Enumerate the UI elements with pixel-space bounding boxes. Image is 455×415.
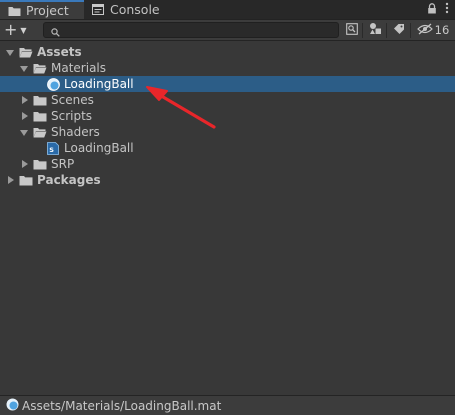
tree-item-label: Scenes bbox=[51, 93, 94, 107]
tree-item-label: Materials bbox=[51, 61, 107, 75]
folder-open-icon bbox=[19, 47, 33, 58]
tag-icon bbox=[393, 23, 405, 38]
tree-item-assets[interactable]: Assets bbox=[0, 44, 455, 60]
tree-item-label: LoadingBall bbox=[64, 77, 134, 91]
eye-slash-icon bbox=[416, 23, 433, 38]
material-icon bbox=[6, 398, 19, 414]
hidden-packages-count: 16 bbox=[434, 23, 450, 37]
selected-asset-path: Assets/Materials/LoadingBall.mat bbox=[22, 398, 222, 413]
plus-icon: + bbox=[4, 20, 18, 39]
folder-icon bbox=[33, 111, 47, 122]
tree-item-shaders[interactable]: Shaders bbox=[0, 124, 455, 140]
expand-arrow-icon[interactable] bbox=[20, 95, 29, 105]
folder-open-icon bbox=[33, 63, 47, 74]
search-by-type-icon bbox=[346, 22, 358, 38]
expand-arrow-icon[interactable] bbox=[20, 128, 29, 137]
project-toolbar: + ▼ 16 bbox=[0, 20, 455, 41]
expand-arrow-icon[interactable] bbox=[20, 64, 29, 73]
svg-text:S: S bbox=[49, 146, 54, 154]
create-button[interactable]: + ▼ bbox=[4, 22, 34, 38]
shapes-icon bbox=[369, 22, 382, 38]
tab-console[interactable]: Console bbox=[88, 0, 170, 19]
expand-arrow-icon[interactable] bbox=[6, 175, 15, 185]
expand-arrow-icon[interactable] bbox=[20, 111, 29, 121]
toolbar-separator bbox=[410, 23, 411, 38]
tree-item-packages[interactable]: Packages bbox=[0, 172, 455, 188]
tree-item-label: SRP bbox=[51, 157, 75, 171]
hidden-packages-button[interactable]: 16 bbox=[414, 22, 452, 38]
search-field[interactable] bbox=[43, 22, 339, 38]
search-by-type-button[interactable] bbox=[344, 22, 360, 38]
shader-icon: S bbox=[47, 141, 59, 155]
tree-item-loadingball-shader[interactable]: S LoadingBall bbox=[0, 140, 455, 156]
tab-project[interactable]: Project bbox=[0, 0, 84, 19]
tab-console-label: Console bbox=[110, 2, 160, 17]
folder-icon bbox=[33, 95, 47, 106]
toolbar-separator bbox=[362, 23, 363, 38]
tree-item-materials[interactable]: Materials bbox=[0, 60, 455, 76]
tab-controls bbox=[427, 0, 449, 19]
folder-icon bbox=[8, 5, 21, 17]
chevron-down-icon: ▼ bbox=[20, 26, 27, 35]
tree-item-label: Packages bbox=[37, 173, 101, 187]
filter-by-label-button[interactable] bbox=[390, 22, 408, 38]
expand-arrow-icon[interactable] bbox=[6, 48, 15, 57]
tree-item-scripts[interactable]: Scripts bbox=[0, 108, 455, 124]
search-icon bbox=[51, 26, 60, 37]
tree-item-loadingball-material[interactable]: LoadingBall bbox=[0, 76, 455, 92]
material-icon bbox=[47, 77, 60, 91]
tree-item-label: Assets bbox=[37, 45, 82, 59]
folder-icon bbox=[33, 159, 47, 170]
tree-item-label: Scripts bbox=[51, 109, 93, 123]
toolbar-separator bbox=[386, 23, 387, 38]
tree-item-scenes[interactable]: Scenes bbox=[0, 92, 455, 108]
filter-by-type-button[interactable] bbox=[366, 22, 384, 38]
kebab-menu-icon[interactable] bbox=[445, 2, 449, 17]
tab-bar: Project Console bbox=[0, 0, 455, 20]
folder-icon bbox=[19, 175, 33, 186]
expand-arrow-icon[interactable] bbox=[20, 159, 29, 169]
console-icon bbox=[92, 3, 105, 16]
status-bar: Assets/Materials/LoadingBall.mat bbox=[0, 395, 455, 415]
tab-project-label: Project bbox=[26, 3, 69, 18]
tree-item-label: Shaders bbox=[51, 125, 100, 139]
folder-open-icon bbox=[33, 127, 47, 138]
tree-item-srp[interactable]: SRP bbox=[0, 156, 455, 172]
tree-item-label: LoadingBall bbox=[64, 141, 134, 155]
project-window: Project Console + ▼ 16 Assets Materials … bbox=[0, 0, 455, 415]
search-input[interactable] bbox=[64, 23, 334, 37]
lock-icon[interactable] bbox=[427, 2, 437, 17]
